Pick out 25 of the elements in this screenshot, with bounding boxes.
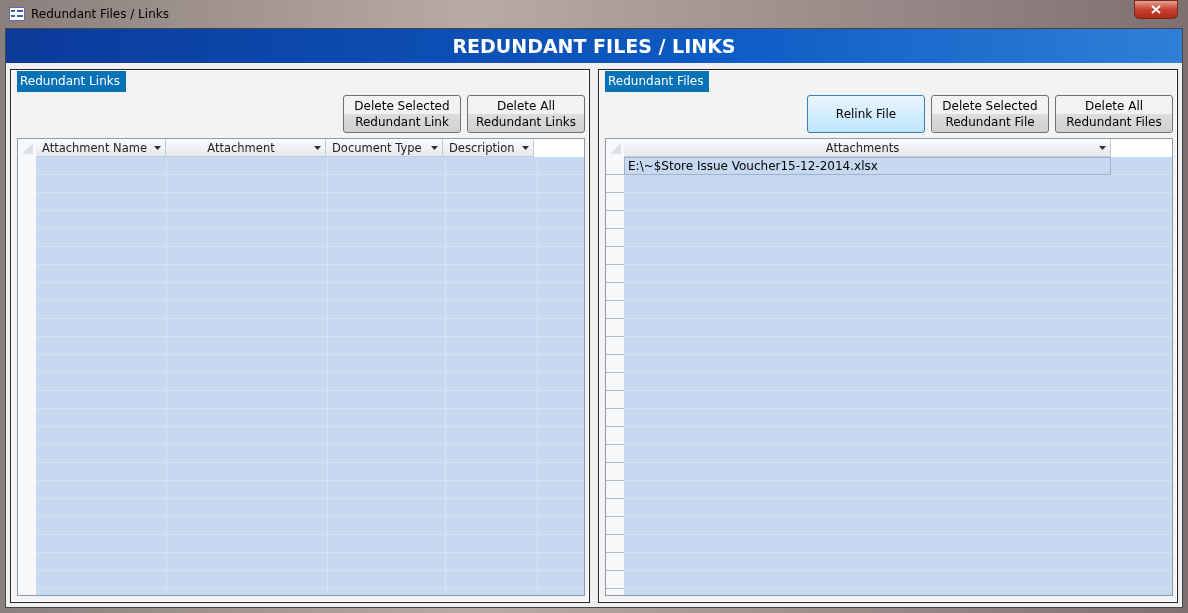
dropdown-caret-icon[interactable] bbox=[522, 145, 529, 150]
table-cell: E:\~$Store Issue Voucher15-12-2014.xlsx bbox=[624, 157, 1111, 175]
header-filler bbox=[1111, 139, 1172, 157]
action-button[interactable]: Delete Selected Redundant Link bbox=[343, 95, 461, 133]
column-header[interactable]: Description bbox=[443, 139, 534, 157]
dropdown-caret-icon[interactable] bbox=[431, 145, 438, 150]
close-icon bbox=[1151, 5, 1161, 14]
panel-title: Redundant Links bbox=[17, 71, 126, 92]
header-title: REDUNDANT FILES / LINKS bbox=[452, 35, 736, 57]
column-header[interactable]: Attachment Name bbox=[36, 139, 166, 157]
header-filler bbox=[534, 139, 584, 157]
window-title: Redundant Files / Links bbox=[31, 7, 169, 21]
form-icon bbox=[9, 7, 25, 21]
action-button[interactable]: Relink File bbox=[807, 95, 925, 133]
action-button[interactable]: Delete Selected Redundant File bbox=[931, 95, 1049, 133]
dropdown-caret-icon[interactable] bbox=[1099, 145, 1106, 150]
action-button[interactable]: Delete All Redundant Links bbox=[467, 95, 585, 133]
column-header[interactable]: Attachment bbox=[166, 139, 326, 157]
panel-title: Redundant Files bbox=[605, 71, 710, 92]
close-button[interactable] bbox=[1134, 0, 1178, 19]
column-header[interactable]: Document Type bbox=[326, 139, 443, 157]
column-header[interactable]: Attachments bbox=[624, 139, 1111, 157]
action-button[interactable]: Delete All Redundant Files bbox=[1055, 95, 1173, 133]
dropdown-caret-icon[interactable] bbox=[314, 145, 321, 150]
dropdown-caret-icon[interactable] bbox=[154, 145, 161, 150]
